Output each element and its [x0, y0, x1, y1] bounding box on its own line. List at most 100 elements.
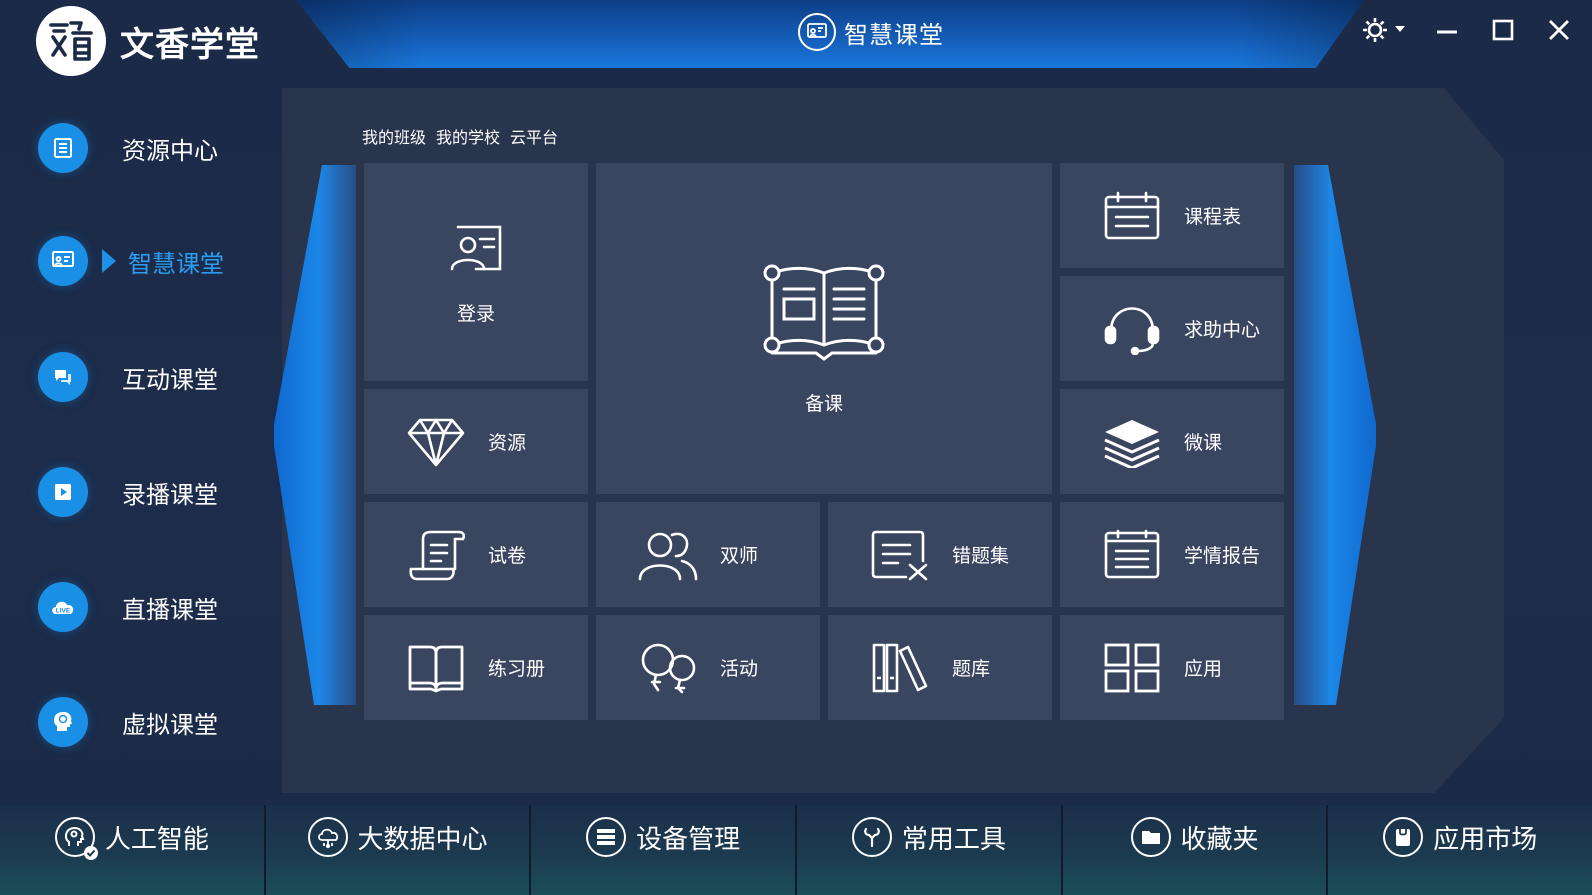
sidebar-item-virtual-classroom[interactable]: 虚拟课堂: [38, 695, 218, 749]
open-book-icon: [763, 264, 885, 361]
report-icon: [1104, 529, 1160, 578]
tile-label: 登录: [456, 302, 495, 325]
tile-label: 题库: [952, 658, 991, 680]
tile-dual-teacher[interactable]: 双师: [596, 502, 820, 607]
balloons-icon: [641, 643, 696, 693]
layers-icon: [1104, 419, 1160, 468]
tile-label: 求助中心: [1184, 319, 1261, 341]
tile-prepare-lesson[interactable]: 备课: [596, 163, 1052, 494]
sidebar-item-recorded-classroom[interactable]: 录播课堂: [38, 465, 218, 519]
settings-button[interactable]: [1360, 12, 1408, 48]
bottom-bar: 人工智能 大数据中心 设备管理 常用工具 收藏夹 应用市场: [0, 805, 1592, 895]
title-bar: 文香学堂 智慧课堂: [0, 0, 1592, 88]
app-window: 文香学堂 智慧课堂 资源中心 智慧课堂 互动课堂 录播课堂 LIVE 直播课堂 …: [0, 0, 1592, 895]
tile-learning-report[interactable]: 学情报告: [1060, 502, 1284, 607]
teacher-board-icon: [798, 13, 836, 51]
ai-head-icon: [54, 817, 98, 860]
open-book-icon: [408, 645, 464, 692]
tile-label: 微课: [1184, 432, 1223, 454]
check-badge-icon: [83, 846, 98, 860]
tile-label: 试卷: [488, 545, 527, 567]
vr-head-icon: [38, 697, 88, 747]
list-icon: [38, 123, 88, 173]
window-title: 智慧课堂: [798, 10, 944, 54]
sidebar-item-interactive-classroom[interactable]: 互动课堂: [38, 350, 218, 404]
tile-resources[interactable]: 资源: [364, 389, 588, 494]
tile-help-center[interactable]: 求助中心: [1060, 276, 1284, 381]
live-cloud-icon: LIVE: [38, 582, 88, 632]
cloud-data-icon: [307, 817, 348, 857]
store-icon: [1383, 817, 1424, 857]
headset-icon: [1104, 306, 1160, 355]
minimize-icon: [1437, 30, 1457, 34]
tile-micro-lesson[interactable]: 微课: [1060, 389, 1284, 494]
bottom-item-big-data[interactable]: 大数据中心: [266, 805, 532, 895]
window-controls: [1360, 12, 1576, 48]
bottom-item-tools[interactable]: 常用工具: [797, 805, 1063, 895]
svg-text:LIVE: LIVE: [56, 608, 71, 615]
play-icon: [38, 467, 88, 517]
active-indicator-icon: [102, 249, 116, 273]
tile-apps[interactable]: 应用: [1060, 615, 1284, 720]
sidebar-item-label: 互动课堂: [122, 365, 218, 394]
two-users-icon: [638, 532, 698, 580]
bottom-item-label: 应用市场: [1433, 824, 1538, 855]
close-button[interactable]: [1542, 12, 1576, 48]
app-name: 文香学堂: [120, 24, 260, 65]
bottom-item-label: 大数据中心: [357, 824, 488, 855]
bottom-item-ai[interactable]: 人工智能: [0, 805, 266, 895]
sidebar-nav: 资源中心 智慧课堂 互动课堂 录播课堂 LIVE 直播课堂 虚拟课堂: [0, 88, 290, 793]
tile-schedule[interactable]: 课程表: [1060, 163, 1284, 268]
tile-label: 学情报告: [1184, 545, 1261, 567]
tab-cloud-platform[interactable]: 云平台: [510, 124, 558, 148]
sidebar-item-live-classroom[interactable]: LIVE 直播课堂: [38, 580, 218, 634]
tile-label: 练习册: [488, 658, 546, 680]
folder-icon: [1130, 817, 1171, 857]
error-sheet-icon: [871, 530, 928, 580]
sidebar-item-label: 直播课堂: [122, 595, 218, 624]
page-title: 智慧课堂: [844, 20, 944, 49]
sidebar-item-resource-center[interactable]: 资源中心: [38, 121, 218, 175]
bottom-item-label: 收藏夹: [1180, 824, 1259, 855]
tab-my-class[interactable]: 我的班级: [362, 124, 426, 148]
gear-icon: [1363, 18, 1405, 42]
tile-workbook[interactable]: 练习册: [364, 615, 588, 720]
tile-question-bank[interactable]: 题库: [828, 615, 1052, 720]
tile-label: 错题集: [952, 545, 1010, 567]
maximize-icon: [1492, 19, 1514, 41]
chat-bubbles-icon: [38, 352, 88, 402]
diamond-icon: [407, 418, 465, 466]
app-logo: 文香学堂: [36, 6, 260, 76]
tile-label: 资源: [488, 432, 527, 454]
tile-label: 应用: [1184, 658, 1223, 680]
maximize-button[interactable]: [1486, 12, 1520, 48]
logo-badge-icon: [36, 6, 106, 76]
bottom-item-label: 常用工具: [901, 824, 1006, 855]
minimize-button[interactable]: [1430, 12, 1464, 48]
sidebar-item-smart-classroom[interactable]: 智慧课堂: [38, 234, 224, 288]
sidebar-item-label: 智慧课堂: [128, 249, 224, 278]
bottom-item-app-market[interactable]: 应用市场: [1328, 805, 1592, 895]
teacher-board-icon: [38, 236, 88, 286]
bottom-item-label: 人工智能: [104, 824, 209, 855]
tile-mistakes[interactable]: 错题集: [828, 502, 1052, 607]
bottom-item-device-management[interactable]: 设备管理: [531, 805, 798, 895]
tile-label: 课程表: [1184, 206, 1242, 228]
scroll-paper-icon: [409, 530, 465, 580]
bottom-item-label: 设备管理: [636, 824, 741, 855]
scope-tabs: 我的班级 我的学校 云平台: [362, 124, 558, 148]
tile-login[interactable]: 登录: [364, 163, 588, 381]
sidebar-item-label: 资源中心: [122, 136, 218, 165]
sidebar-item-label: 虚拟课堂: [122, 710, 218, 739]
bottom-item-favorites[interactable]: 收藏夹: [1063, 805, 1329, 895]
chevron-down-icon: [1395, 26, 1405, 32]
sidebar-item-label: 录播课堂: [122, 480, 218, 509]
login-user-board-icon: [450, 225, 502, 270]
tab-my-school[interactable]: 我的学校: [436, 124, 500, 148]
server-icon: [586, 817, 627, 857]
calendar-icon: [1104, 191, 1160, 239]
tile-label: 双师: [720, 545, 759, 567]
tile-exam-paper[interactable]: 试卷: [364, 502, 588, 607]
tile-activity[interactable]: 活动: [596, 615, 820, 720]
tools-icon: [851, 817, 892, 857]
